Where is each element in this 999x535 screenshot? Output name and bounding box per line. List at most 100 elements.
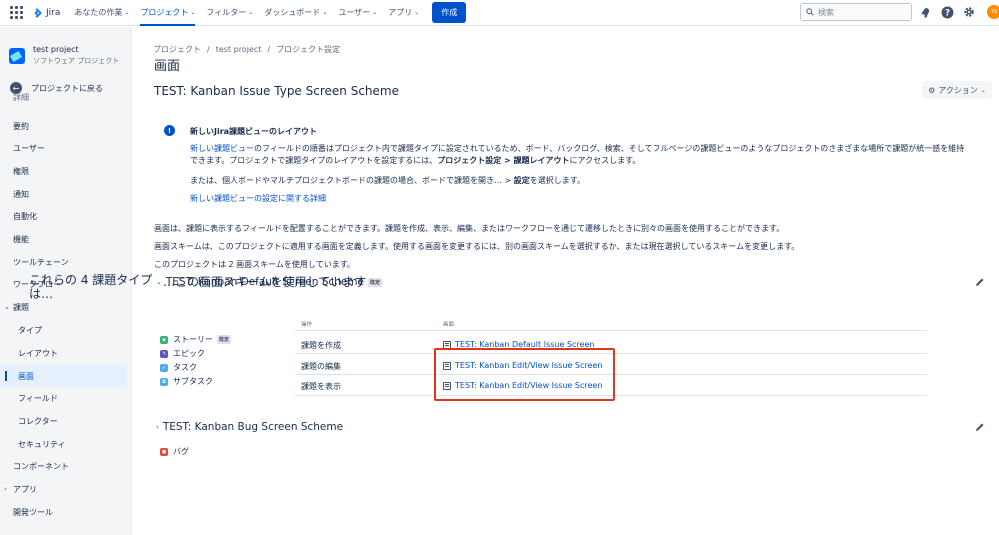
sidebar-item-apps[interactable]: › アプリ (0, 478, 127, 500)
user-avatar[interactable]: YS (987, 5, 999, 19)
nav-filters[interactable]: フィルター ⌄ (206, 0, 253, 26)
jira-logo[interactable]: Jira (32, 7, 61, 18)
sidebar-item-label: 機能 (13, 234, 29, 244)
nav-label: ユーザー (338, 8, 371, 17)
notice-line2-text: または、個人ボードやマルチプロジェクトボードの課題の場合、ボードで課題を開き… … (190, 176, 514, 185)
breadcrumb-separator: / (207, 45, 210, 54)
nav-projects[interactable]: プロジェクト ⌄ (140, 0, 196, 26)
chevron-right-icon: › (4, 485, 7, 493)
breadcrumb-projects[interactable]: プロジェクト (153, 45, 201, 54)
nav-apps[interactable]: アプリ ⌄ (388, 0, 419, 26)
sidebar-item-security[interactable]: セキュリティ (0, 433, 127, 455)
breadcrumb-settings[interactable]: プロジェクト設定 (276, 45, 340, 54)
sidebar-item-automation[interactable]: 自動化 (0, 205, 127, 227)
nav-label: フィルター (206, 8, 247, 17)
sidebar-item-toolchain[interactable]: ツールチェーン (0, 251, 127, 273)
nav-dashboards[interactable]: ダッシュボード ⌄ (264, 0, 327, 26)
nav-your-work[interactable]: あなたの作業 ⌄ (74, 0, 129, 26)
sidebar-item-summary[interactable]: 要約 (0, 115, 127, 137)
sidebar-item-label: 要約 (13, 121, 29, 131)
scheme-count-text: このプロジェクトは 2 画面スキームを使用しています。 (154, 260, 355, 269)
sidebar-item-screens[interactable]: 画面 (0, 365, 127, 387)
notice-body: 新しい課題ビューのフィールドの順番はプロジェクト内で課題タイプに設定されているた… (190, 143, 970, 167)
project-header[interactable]: test project ソフトウェア プロジェクト (0, 27, 131, 66)
notice-body-end: にアクセスします。 (569, 156, 641, 165)
column-header-screen: 画面 (443, 322, 455, 328)
svg-text:?: ? (944, 8, 949, 18)
table-divider (295, 330, 927, 331)
sidebar-item-features[interactable]: 機能 (0, 228, 127, 250)
sidebar-item-types[interactable]: タイプ (0, 319, 127, 341)
notifications-bell-icon[interactable] (918, 5, 932, 19)
sidebar-item-layout[interactable]: レイアウト (0, 342, 127, 364)
sidebar-item-label: ユーザー (13, 143, 45, 153)
new-issue-view-link[interactable]: 新しい課題ビュー (190, 144, 254, 153)
epic-icon: ϟ (160, 349, 168, 358)
task-icon: ✓ (160, 363, 168, 372)
sidebar-item-collectors[interactable]: コレクター (0, 410, 127, 432)
sidebar-item-label: アプリ (13, 484, 37, 494)
app-name: Jira (46, 7, 61, 18)
gear-icon: ⚙ (928, 85, 936, 95)
jira-logo-icon (34, 7, 42, 18)
search-placeholder: 検索 (818, 7, 834, 17)
column-header-operation: 操作 (301, 322, 313, 328)
page-title: 画面 (154, 59, 181, 74)
operation-create: 課題を作成 (301, 341, 341, 350)
notice-line-2: または、個人ボードやマルチプロジェクトボードの課題の場合、ボードで課題を開き… … (190, 175, 585, 186)
project-avatar (9, 47, 25, 64)
issue-type-bug: ● バグ (160, 446, 189, 457)
notice-body-bold: プロジェクト設定 > 課題レイアウト (437, 156, 570, 165)
issue-type-name: バグ (173, 447, 189, 456)
chevron-down-icon: ⌄ (190, 9, 196, 16)
issue-type-name: タスク (173, 363, 197, 372)
operation-view: 課題を表示 (301, 382, 341, 391)
edit-pencil-icon[interactable] (975, 422, 985, 432)
sidebar-item-label: コンポーネント (13, 461, 69, 471)
chevron-down-icon: ⌄ (124, 9, 130, 16)
top-navigation: Jira あなたの作業 ⌄ プロジェクト ⌄ フィルター ⌄ ダッシュボード ⌄ ユーザ… (0, 0, 999, 26)
learn-more-link[interactable]: 新しい課題ビューの設定に関する詳細 (190, 193, 326, 204)
nav-label: あなたの作業 (74, 8, 123, 17)
breadcrumb: プロジェクト / test project / プロジェクト設定 (153, 44, 340, 55)
chevron-down-icon: ⌄ (980, 86, 986, 94)
actions-button[interactable]: ⚙ アクション ⌄ (922, 81, 992, 99)
bug-icon: ● (160, 447, 168, 456)
actions-label: アクション (938, 85, 978, 95)
sidebar-item-components[interactable]: コンポーネント (0, 455, 127, 477)
sidebar-item-label: 詳細 (13, 93, 29, 102)
issue-type-name: ストーリー (173, 335, 213, 344)
chevron-right-icon: › (156, 423, 159, 431)
issue-type-story: ▪ ストーリー 既定 (160, 334, 232, 345)
sidebar-item-label: フィールド (18, 393, 58, 403)
edit-pencil-icon[interactable] (975, 277, 985, 287)
breadcrumb-project[interactable]: test project (216, 45, 262, 54)
bug-screen-scheme-header[interactable]: › TEST: Kanban Bug Screen Scheme (156, 421, 343, 433)
issue-types-heading: これらの 4 課題タイプは… (29, 273, 153, 301)
settings-gear-icon[interactable] (962, 5, 976, 19)
create-button[interactable]: 作成 (432, 2, 467, 23)
sidebar-item-dev-tools[interactable]: 開発ツール (0, 501, 127, 523)
sidebar-item-users[interactable]: ユーザー (0, 137, 127, 159)
help-icon[interactable]: ? (940, 5, 954, 19)
sidebar-item-permissions[interactable]: 権限 (0, 160, 127, 182)
nav-label: アプリ (388, 8, 413, 17)
sidebar-item-label: 権限 (13, 166, 29, 176)
notice-title: 新しいJira課題ビューのレイアウト (190, 127, 318, 136)
app-switcher-icon[interactable] (6, 3, 26, 23)
subtask-icon: ⧉ (160, 377, 168, 386)
story-icon: ▪ (160, 335, 168, 344)
sidebar-item-details[interactable]: 詳細 (0, 93, 127, 103)
chevron-down-icon: ⌄ (156, 278, 162, 286)
sidebar-item-fields[interactable]: フィールド (0, 387, 127, 409)
chevron-down-icon: ⌄ (322, 9, 328, 16)
nav-users[interactable]: ユーザー ⌄ (338, 0, 377, 26)
sidebar-item-label: 課題 (13, 302, 29, 312)
sidebar-item-label: 画面 (18, 371, 34, 381)
default-badge: 既定 (368, 277, 383, 287)
chevron-down-icon: ⌄ (248, 9, 254, 16)
sidebar-item-notifications[interactable]: 通知 (0, 183, 127, 205)
sidebar-item-label: セキュリティ (18, 439, 66, 449)
chevron-down-icon: ⌄ (4, 303, 10, 311)
search-input[interactable]: 検索 (800, 3, 912, 21)
